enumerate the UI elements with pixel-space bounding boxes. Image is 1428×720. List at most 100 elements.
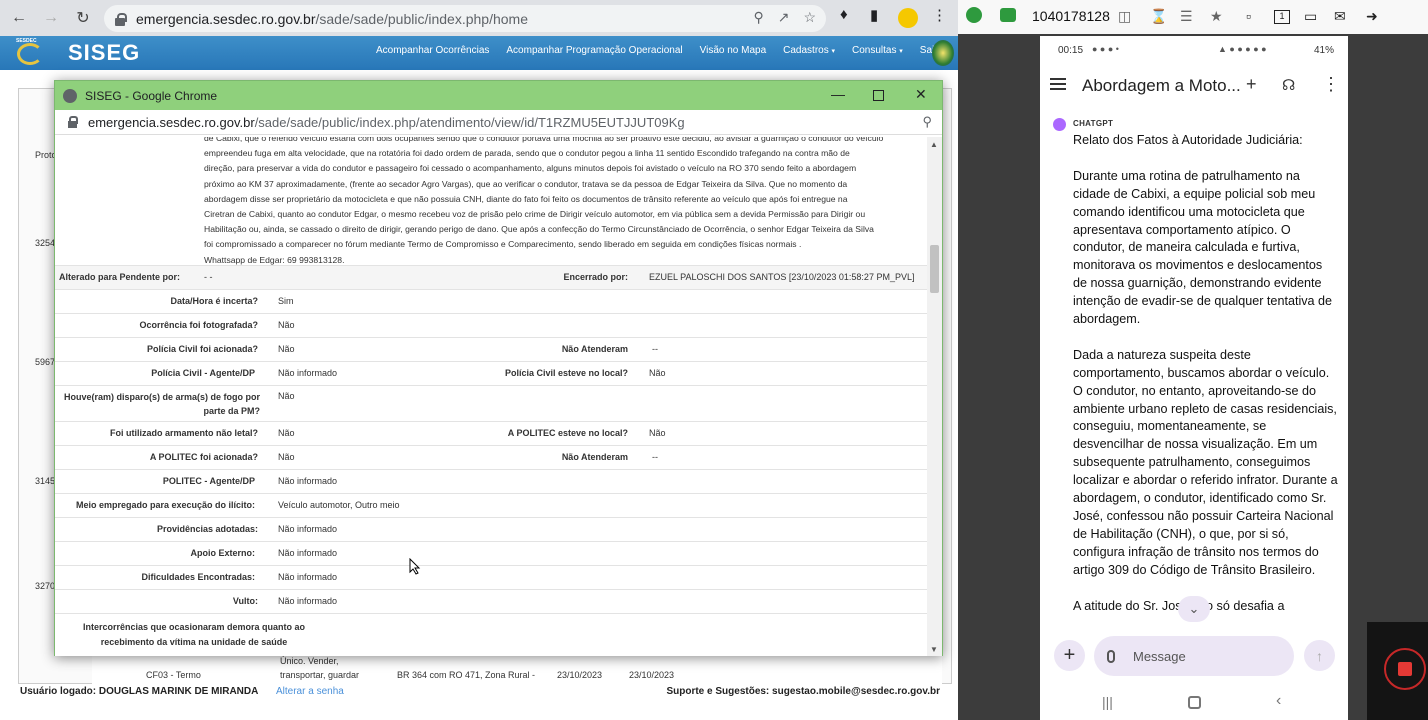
chat-messages: CHATGPT Relato dos Fatos à Autoridade Ju… — [1040, 118, 1348, 628]
field-row: Data/Hora é incerta? Sim — [55, 289, 928, 313]
file-icon[interactable]: ▫ — [1246, 8, 1251, 24]
siseg-title: SISEG — [68, 40, 141, 65]
chatgpt-avatar-icon — [1053, 118, 1066, 131]
database-icon[interactable]: ☰ — [1180, 8, 1193, 25]
profile-avatar[interactable] — [898, 8, 918, 28]
popup-titlebar[interactable]: SISEG - Google Chrome — ✕ — [55, 81, 942, 110]
lock-icon — [67, 115, 78, 129]
kebab-menu-icon[interactable]: ⋮ — [932, 6, 947, 24]
recording-widget — [1367, 622, 1428, 720]
phone-time: 00:15 — [1058, 45, 1084, 56]
message-sender: CHATGPT — [1073, 119, 1114, 128]
table-row-protocol[interactable]: 3270 — [35, 581, 55, 591]
popup-url-host: emergencia.sesdec.ro.gov.br — [88, 114, 255, 130]
android-nav-bar: ||| ‹ — [1040, 684, 1348, 720]
side-panel-icon[interactable]: ▮ — [870, 6, 878, 24]
address-bar[interactable]: emergencia.sesdec.ro.gov.br/sade/sade/pu… — [104, 5, 826, 32]
field-row: Vulto: Não informado — [55, 589, 928, 613]
occurrence-narrative: de Cabixi, que o referido veículo estari… — [204, 137, 884, 265]
back-icon[interactable]: ‹ — [1276, 692, 1281, 710]
footer: Usuário logado: DOUGLAS MARINK DE MIRAND… — [20, 686, 940, 700]
minimize-icon[interactable]: — — [831, 86, 845, 102]
battery-level: 41% — [1314, 45, 1335, 56]
hamburger-menu-icon[interactable] — [1050, 78, 1066, 90]
field-row: Ocorrência foi fotografada? Não — [55, 313, 928, 337]
field-row: Meio empregado para execução do ilícito:… — [55, 493, 928, 517]
mouse-cursor-icon — [409, 558, 421, 575]
lightning-icon[interactable]: ➜ — [1366, 8, 1378, 25]
sesdec-logo: SESDEC — [14, 38, 52, 68]
share-icon[interactable]: ↗ — [778, 9, 790, 26]
reload-icon[interactable]: ↻ — [70, 5, 96, 31]
popup-url-path: /sade/sade/public/index.php/atendimento/… — [254, 114, 685, 130]
support-email: Suporte e Sugestões: sugestao.mobile@ses… — [666, 686, 940, 697]
bookmark-star-icon[interactable]: ☆ — [803, 9, 816, 26]
home-icon[interactable] — [1188, 696, 1201, 709]
message-paragraph: Dada a natureza suspeita deste comportam… — [1073, 347, 1338, 577]
kebab-menu-icon[interactable]: ⋮ — [1322, 74, 1340, 95]
menu-consultas[interactable]: Consultas ▾ — [852, 45, 903, 56]
scroll-up-icon[interactable]: ▲ — [930, 140, 938, 149]
back-icon[interactable]: ← — [6, 5, 32, 31]
close-icon[interactable]: ✕ — [915, 86, 927, 103]
zoom-icon[interactable]: ⚲ — [922, 114, 932, 130]
siseg-menu: Acompanhar Ocorrências Acompanhar Progra… — [376, 45, 938, 56]
chat-icon[interactable]: ✉ — [1334, 8, 1346, 25]
conversation-title[interactable]: Abordagem a Moto... — [1082, 76, 1241, 96]
field-row: Houve(ram) disparo(s) de arma(s) de fogo… — [55, 385, 928, 421]
field-row: Foi utilizado armamento não letal? Não A… — [55, 421, 928, 445]
popup-address-bar[interactable]: emergencia.sesdec.ro.gov.br/sade/sade/pu… — [55, 110, 942, 135]
message-input[interactable]: Message — [1094, 636, 1294, 676]
attach-plus-button[interactable]: + — [1054, 640, 1085, 671]
menu-cadastros[interactable]: Cadastros ▾ — [783, 45, 835, 56]
chevron-down-icon: ▾ — [831, 48, 836, 55]
menu-visao-no-mapa[interactable]: Visão no Mapa — [700, 45, 767, 56]
message-composer: + Message ↑ — [1040, 632, 1348, 680]
table-row[interactable]: CF03 - Termo Único. Vender, transportar,… — [92, 654, 942, 684]
url-host: emergencia.sesdec.ro.gov.br — [136, 10, 316, 27]
lock-icon — [114, 12, 127, 26]
scrollbar-thumb[interactable] — [930, 245, 939, 293]
message-paragraph: Durante uma rotina de patrulhamento na c… — [1073, 168, 1333, 327]
maximize-icon[interactable] — [873, 90, 884, 101]
menu-acompanhar-ocorrencias[interactable]: Acompanhar Ocorrências — [376, 45, 489, 56]
phone-screen: 00:15 ● ● ● • ▲ ● ● ● ● ● 41% Abordagem … — [1040, 36, 1348, 720]
table-row-protocol[interactable]: 3145 — [35, 476, 55, 486]
extensions-puzzle-icon[interactable]: ♦ — [840, 6, 848, 23]
assistant-message: Relato dos Fatos à Autoridade Judiciária… — [1073, 132, 1339, 628]
car-icon[interactable]: ◫ — [1118, 8, 1131, 25]
new-chat-plus-icon[interactable]: + — [1246, 74, 1257, 95]
popup-window: SISEG - Google Chrome — ✕ emergencia.ses… — [54, 80, 943, 656]
microphone-icon[interactable] — [1107, 649, 1115, 663]
hourglass-icon[interactable]: ⌛ — [1150, 8, 1167, 25]
scroll-down-icon[interactable]: ▼ — [930, 645, 938, 654]
headphones-icon[interactable]: ☊ — [1282, 76, 1295, 94]
system-status-icons: ▲ ● ● ● ● ● — [1218, 44, 1267, 54]
table-row-protocol[interactable]: 3254 — [35, 238, 55, 248]
table-row-protocol[interactable]: 5967 — [35, 357, 55, 367]
recents-icon[interactable]: ||| — [1102, 694, 1113, 710]
star-icon[interactable]: ★ — [1210, 8, 1223, 25]
chevron-down-icon: ▾ — [899, 48, 903, 55]
chevron-double-down-icon: ⌄ — [1188, 601, 1200, 616]
intercorrencias-label: Intercorrências que ocasionaram demora q… — [82, 622, 306, 647]
browser-toolbar: ← → ↻ emergencia.sesdec.ro.gov.br/sade/s… — [0, 0, 958, 36]
field-row: Alterado para Pendente por: - - Encerrad… — [55, 265, 928, 289]
menu-acompanhar-programacao[interactable]: Acompanhar Programação Operacional — [506, 45, 682, 56]
field-row: POLITEC - Agente/DP Não informado — [55, 469, 928, 493]
main-browser-window: ← → ↻ emergencia.sesdec.ro.gov.br/sade/s… — [0, 0, 958, 720]
send-button[interactable]: ↑ — [1304, 640, 1335, 671]
popup-scrollbar[interactable]: ▲ ▼ — [927, 137, 942, 656]
stop-recording-button[interactable] — [1384, 648, 1426, 690]
forward-icon[interactable]: → — [38, 5, 64, 31]
session-monitor-icon[interactable] — [1000, 8, 1016, 22]
screen-one-icon[interactable]: 1 — [1274, 10, 1290, 24]
message-placeholder: Message — [1133, 648, 1186, 664]
remote-session: 1040178128 ◫ ⌛ ☰ ★ ▫ 1 ▭ ✉ ➜ 00:15 ● ● ●… — [958, 0, 1428, 720]
row-code: CF03 - Termo — [146, 670, 201, 680]
change-password-link[interactable]: Alterar a senha — [276, 686, 344, 697]
scroll-to-bottom-button[interactable]: ⌄ — [1178, 596, 1210, 622]
row-date-close: 23/10/2023 — [629, 670, 675, 680]
search-icon[interactable]: ⚲ — [753, 9, 763, 26]
monitor-icon[interactable]: ▭ — [1304, 8, 1317, 25]
